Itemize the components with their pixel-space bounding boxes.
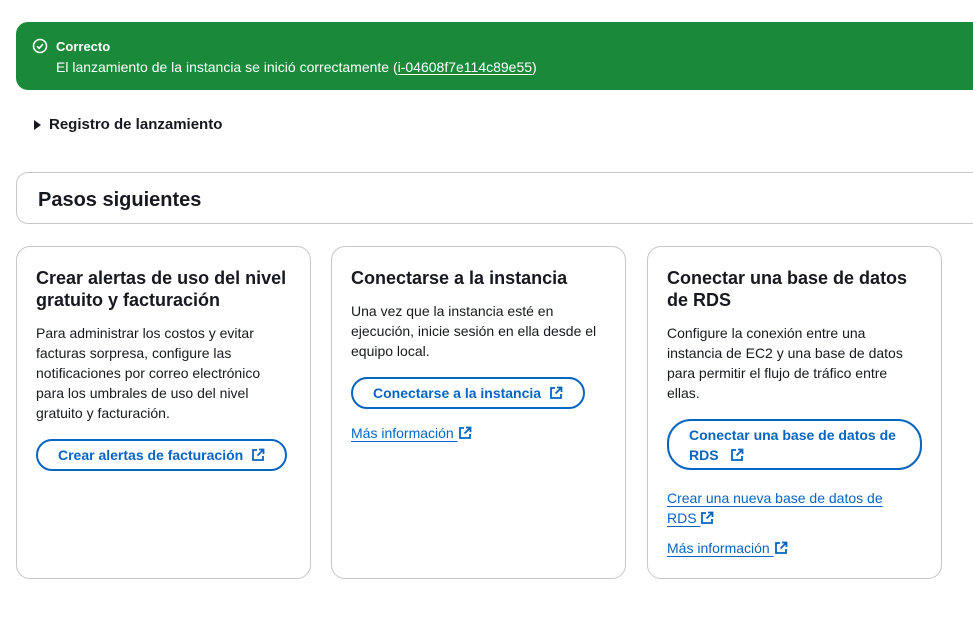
launch-log-toggle[interactable]: Registro de lanzamiento: [34, 116, 222, 133]
external-link-icon: [252, 448, 265, 461]
external-link-icon: [731, 448, 744, 461]
instance-id-link[interactable]: i-04608f7e114c89e55: [398, 59, 532, 75]
link-label: Más información: [351, 425, 454, 441]
external-link-icon: [550, 386, 563, 399]
card-title: Crear alertas de uso del nivel gratuito …: [36, 268, 287, 310]
external-link-icon: [774, 541, 787, 554]
next-steps-header: Pasos siguientes: [16, 172, 973, 224]
button-label: Conectar una base de datos de RDS: [689, 427, 896, 463]
banner-message: El lanzamiento de la instancia se inició…: [56, 59, 537, 75]
button-label: Conectarse a la instancia: [373, 385, 542, 401]
external-link-icon: [458, 426, 471, 439]
card-text: Para administrar los costos y evitar fac…: [36, 325, 261, 421]
connect-instance-button[interactable]: Conectarse a la instancia: [351, 377, 586, 409]
more-info-link[interactable]: Más información: [667, 538, 788, 558]
banner-title: Correcto: [56, 39, 111, 54]
more-info-link[interactable]: Más información: [351, 423, 472, 443]
link-label: Más información: [667, 540, 770, 556]
banner-message-text: El lanzamiento de la instancia se inició…: [56, 59, 398, 75]
create-rds-link[interactable]: Crear una nueva base de datos de RDS: [667, 488, 897, 528]
card-connect-instance: Conectarse a la instancia Una vez que la…: [331, 246, 626, 579]
card-connect-rds: Conectar una base de datos de RDS Config…: [647, 246, 942, 579]
card-billing-alerts: Crear alertas de uso del nivel gratuito …: [16, 246, 311, 579]
card-text: Configure la conexión entre una instanci…: [667, 325, 903, 401]
connect-rds-button[interactable]: Conectar una base de datos de RDS: [667, 419, 922, 470]
check-circle-icon: [32, 38, 48, 54]
success-banner: Correcto El lanzamiento de la instancia …: [16, 22, 973, 90]
create-billing-alerts-button[interactable]: Crear alertas de facturación: [36, 439, 288, 471]
card-text: Una vez que la instancia esté en ejecuci…: [351, 303, 597, 359]
button-label: Crear alertas de facturación: [58, 447, 244, 463]
card-title: Conectarse a la instancia: [351, 268, 568, 288]
banner-message-end: ): [532, 59, 537, 75]
caret-right-icon: [34, 119, 41, 130]
card-title: Conectar una base de datos de RDS: [667, 268, 908, 310]
next-steps-title: Pasos siguientes: [38, 189, 202, 211]
link-label: Crear una nueva base de datos de RDS: [667, 490, 883, 526]
external-link-icon: [701, 511, 714, 524]
launch-log-label: Registro de lanzamiento: [49, 116, 223, 133]
